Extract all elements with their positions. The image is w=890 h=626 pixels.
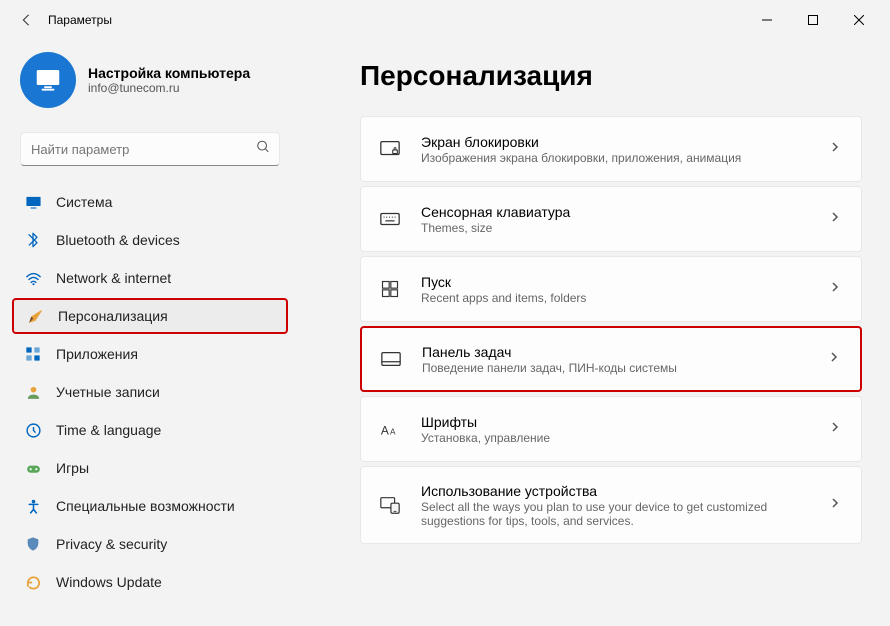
svg-text:A: A [390,428,396,437]
setting-title: Панель задач [422,344,808,360]
personalization-icon [26,307,44,325]
search-input[interactable] [20,132,280,166]
sidebar-item-label: Персонализация [58,308,168,324]
setting-title: Экран блокировки [421,134,809,150]
avatar [20,52,76,108]
maximize-button[interactable] [790,4,836,36]
keyboard-icon [379,208,401,230]
bluetooth-icon [24,231,42,249]
profile-section[interactable]: Настройка компьютера info@tunecom.ru [12,40,288,128]
sidebar-item-label: Windows Update [56,574,162,590]
titlebar: Параметры [0,0,890,40]
chevron-right-icon [828,350,840,368]
sidebar-item-privacy[interactable]: Privacy & security [12,526,288,562]
chevron-right-icon [829,210,841,228]
close-button[interactable] [836,4,882,36]
setting-device-usage[interactable]: Использование устройства Select all the … [360,466,862,544]
maximize-icon [808,15,818,25]
setting-desc: Изображения экрана блокировки, приложени… [421,151,809,165]
accounts-icon [24,383,42,401]
network-icon [24,269,42,287]
setting-lock-screen[interactable]: Экран блокировки Изображения экрана блок… [360,116,862,182]
sidebar-item-apps[interactable]: Приложения [12,336,288,372]
settings-list: Экран блокировки Изображения экрана блок… [360,116,862,544]
setting-start[interactable]: Пуск Recent apps and items, folders [360,256,862,322]
back-button[interactable] [8,2,44,38]
setting-title: Пуск [421,274,809,290]
sidebar-item-label: Time & language [56,422,161,438]
monitor-icon [33,65,63,95]
nav-list: Система Bluetooth & devices Network & in… [12,184,288,600]
time-icon [24,421,42,439]
sidebar-item-system[interactable]: Система [12,184,288,220]
back-arrow-icon [19,13,33,27]
profile-email: info@tunecom.ru [88,81,250,95]
setting-title: Использование устройства [421,483,809,499]
setting-title: Сенсорная клавиатура [421,204,809,220]
setting-touch-keyboard[interactable]: Сенсорная клавиатура Themes, size [360,186,862,252]
setting-desc: Поведение панели задач, ПИН-коды системы [422,361,808,375]
sidebar-item-label: Bluetooth & devices [56,232,180,248]
setting-desc: Select all the ways you plan to use your… [421,500,809,528]
sidebar-item-label: Network & internet [56,270,171,286]
close-icon [854,15,864,25]
chevron-right-icon [829,280,841,298]
profile-name: Настройка компьютера [88,65,250,81]
setting-fonts[interactable]: AA Шрифты Установка, управление [360,396,862,462]
search-box [20,132,280,166]
setting-taskbar[interactable]: Панель задач Поведение панели задач, ПИН… [360,326,862,392]
sidebar-item-update[interactable]: Windows Update [12,564,288,600]
chevron-right-icon [829,420,841,438]
setting-title: Шрифты [421,414,809,430]
lock-screen-icon [379,138,401,160]
sidebar-item-label: Игры [56,460,89,476]
sidebar: Настройка компьютера info@tunecom.ru Сис… [0,40,300,626]
update-icon [24,573,42,591]
sidebar-item-network[interactable]: Network & internet [12,260,288,296]
sidebar-item-time[interactable]: Time & language [12,412,288,448]
system-icon [24,193,42,211]
sidebar-item-label: Учетные записи [56,384,160,400]
window-title: Параметры [48,13,112,27]
sidebar-item-label: Privacy & security [56,536,167,552]
sidebar-item-bluetooth[interactable]: Bluetooth & devices [12,222,288,258]
start-icon [379,278,401,300]
sidebar-item-accessibility[interactable]: Специальные возможности [12,488,288,524]
accessibility-icon [24,497,42,515]
page-title: Персонализация [360,60,862,92]
sidebar-item-label: Система [56,194,112,210]
taskbar-icon [380,348,402,370]
gaming-icon [24,459,42,477]
minimize-icon [762,15,772,25]
setting-desc: Recent apps and items, folders [421,291,809,305]
device-usage-icon [379,494,401,516]
main-panel: Персонализация Экран блокировки Изображе… [300,40,890,626]
chevron-right-icon [829,496,841,514]
setting-desc: Themes, size [421,221,809,235]
chevron-right-icon [829,140,841,158]
svg-text:A: A [381,424,389,438]
apps-icon [24,345,42,363]
sidebar-item-label: Специальные возможности [56,498,235,514]
fonts-icon: AA [379,418,401,440]
sidebar-item-label: Приложения [56,346,138,362]
search-icon [256,140,270,159]
setting-desc: Установка, управление [421,431,809,445]
sidebar-item-gaming[interactable]: Игры [12,450,288,486]
privacy-icon [24,535,42,553]
sidebar-item-accounts[interactable]: Учетные записи [12,374,288,410]
minimize-button[interactable] [744,4,790,36]
sidebar-item-personalization[interactable]: Персонализация [12,298,288,334]
